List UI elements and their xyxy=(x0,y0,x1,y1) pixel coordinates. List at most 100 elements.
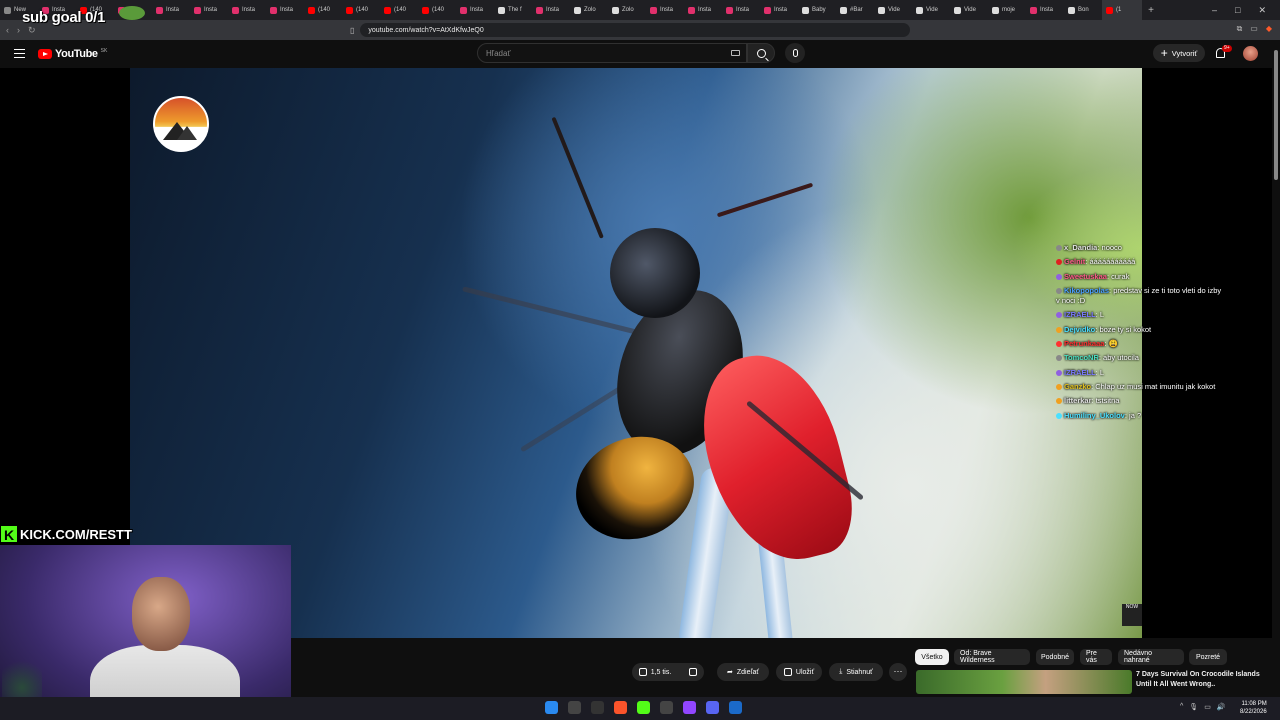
filter-chip[interactable]: Všetko xyxy=(915,649,949,665)
country-code: SK xyxy=(100,47,108,54)
url-field[interactable]: youtube.com/watch?v=AtXdKfwJeQ0 xyxy=(360,23,910,37)
save-button[interactable]: Uložiť xyxy=(776,663,822,681)
chevron-up-icon[interactable]: ^ xyxy=(1180,703,1183,711)
chat-text: ááááááááááá xyxy=(1089,257,1136,267)
chat-message: Petrunkaaa: 😩 xyxy=(1056,339,1226,349)
twitch-icon[interactable] xyxy=(683,701,696,714)
search-button[interactable] xyxy=(747,43,775,63)
filter-chip[interactable]: Od: Brave Wilderness xyxy=(954,649,1030,665)
volume-icon[interactable]: 🔊 xyxy=(1217,703,1226,711)
browser-tab[interactable]: Insta xyxy=(646,0,684,20)
back-icon[interactable]: ‹ xyxy=(6,25,9,36)
brave-browser-icon[interactable] xyxy=(614,701,627,714)
thumbs-down-icon[interactable] xyxy=(689,668,698,676)
more-actions-button[interactable]: ··· xyxy=(889,663,907,681)
browser-tab[interactable]: (140 xyxy=(418,0,456,20)
chat-message: Sweetuskaa: curak xyxy=(1056,272,1226,282)
system-clock[interactable]: 11:08 PM 8/22/2026 xyxy=(1240,700,1267,717)
search-placeholder: Hľadať xyxy=(486,48,511,58)
filter-chip[interactable]: Nedávno nahrané xyxy=(1118,649,1184,665)
browser-tab[interactable]: Insta xyxy=(532,0,570,20)
bookmark-icon[interactable]: ▯ xyxy=(350,26,354,35)
browser-tab[interactable]: (1 xyxy=(1102,0,1142,20)
browser-tab[interactable]: (140 xyxy=(342,0,380,20)
brave-shield-icon[interactable]: ◆ xyxy=(1266,24,1272,34)
tab-favicon-icon xyxy=(536,6,543,14)
browser-tab[interactable]: Insta xyxy=(190,0,228,20)
keyboard-icon[interactable] xyxy=(731,50,740,56)
browser-tab[interactable]: Insta xyxy=(684,0,722,20)
kick-app-icon[interactable] xyxy=(637,701,650,714)
chat-badge-icon xyxy=(1056,312,1062,319)
microphone-icon[interactable]: 🎙 xyxy=(1189,703,1198,711)
browser-tab[interactable]: Insta xyxy=(722,0,760,20)
browser-tab[interactable]: Insta xyxy=(266,0,304,20)
app-icon[interactable] xyxy=(591,701,604,714)
browser-tab[interactable]: Bon xyxy=(1064,0,1102,20)
chat-message: litterkar: tstsitna xyxy=(1056,396,1226,406)
thumbs-up-icon[interactable] xyxy=(638,668,647,676)
filter-chip[interactable]: Pozreté xyxy=(1189,649,1227,665)
discord-icon[interactable] xyxy=(706,701,719,714)
browser-tab[interactable]: (140 xyxy=(304,0,342,20)
browser-tab[interactable]: The f xyxy=(494,0,532,20)
browser-tab[interactable]: Insta xyxy=(456,0,494,20)
browser-tab[interactable]: Insta xyxy=(228,0,266,20)
create-button[interactable]: + Vytvoriť xyxy=(1153,44,1205,62)
close-icon[interactable]: ✕ xyxy=(1258,5,1266,16)
windows-start-icon[interactable] xyxy=(545,701,558,714)
filter-chip[interactable]: Pre vás xyxy=(1080,649,1112,665)
task-view-icon[interactable] xyxy=(568,701,581,714)
avatar[interactable] xyxy=(1243,46,1258,61)
network-icon[interactable]: ▭ xyxy=(1204,703,1211,711)
menu-icon[interactable] xyxy=(14,49,25,58)
filter-chip[interactable]: Podobné xyxy=(1036,649,1074,665)
share-button[interactable]: ➦ Zdieľať xyxy=(717,663,769,681)
tab-label: Insta xyxy=(698,7,712,13)
browser-tab[interactable]: moje xyxy=(988,0,1026,20)
youtube-logo[interactable]: YouTube SK xyxy=(38,48,107,60)
chat-message: TomcoNR: aby utocila xyxy=(1056,353,1226,363)
save-label: Uložiť xyxy=(795,668,815,676)
reload-icon[interactable]: ↻ xyxy=(28,25,36,36)
search-input[interactable]: Hľadať xyxy=(477,43,747,63)
insect-leg xyxy=(462,286,638,335)
forward-icon[interactable]: › xyxy=(17,25,20,36)
new-tab-button[interactable]: + xyxy=(1142,5,1160,16)
browser-tab[interactable]: Insta xyxy=(760,0,798,20)
browser-tab[interactable]: Baby xyxy=(798,0,836,20)
taskbar-icons xyxy=(545,701,742,714)
browser-tab[interactable]: Vide xyxy=(874,0,912,20)
browser-tab[interactable]: #Bar xyxy=(836,0,874,20)
chat-username: Sweetuskaa xyxy=(1064,271,1107,281)
tab-label: Insta xyxy=(774,7,788,13)
chat-username: IZRAELL xyxy=(1064,310,1096,320)
tab-label: Zolo xyxy=(622,7,634,13)
plus-icon: + xyxy=(1160,46,1168,60)
recommended-video-thumbnail[interactable] xyxy=(916,670,1132,694)
browser-tab[interactable]: Insta xyxy=(152,0,190,20)
browser-tab[interactable]: Zolo xyxy=(608,0,646,20)
url-wrap: ▯ youtube.com/watch?v=AtXdKfwJeQ0 xyxy=(350,23,910,37)
steam-icon[interactable] xyxy=(729,701,742,714)
obs-icon[interactable] xyxy=(660,701,673,714)
tab-label: (1 xyxy=(1116,7,1122,13)
browser-tab[interactable]: Vide xyxy=(950,0,988,20)
maximize-icon[interactable]: □ xyxy=(1235,5,1240,16)
chat-username: TomcoNR xyxy=(1064,353,1099,363)
browser-tab[interactable]: (140 xyxy=(380,0,418,20)
scrollbar-thumb[interactable] xyxy=(1274,50,1278,180)
youtube-header: YouTube SK Hľadať + Vytvoriť 9+ xyxy=(0,40,1280,68)
translate-icon[interactable]: ⧉ xyxy=(1237,24,1243,34)
chat-message: Dejvidko: boze ty si kokot xyxy=(1056,325,1226,335)
recommended-video-title[interactable]: 7 Days Survival On Crocodile Islands Unt… xyxy=(1136,670,1266,690)
like-dislike-button[interactable]: 1,5 tis. xyxy=(632,663,704,681)
voice-search-button[interactable] xyxy=(785,43,805,63)
cast-icon[interactable]: ▭ xyxy=(1250,24,1258,34)
browser-tab[interactable]: Vide xyxy=(912,0,950,20)
page-scrollbar[interactable] xyxy=(1272,40,1280,697)
browser-tab[interactable]: Insta xyxy=(1026,0,1064,20)
browser-tab[interactable]: Zolo xyxy=(570,0,608,20)
minimize-icon[interactable]: – xyxy=(1212,5,1217,16)
download-button[interactable]: ⤓ Stiahnuť xyxy=(829,663,883,681)
